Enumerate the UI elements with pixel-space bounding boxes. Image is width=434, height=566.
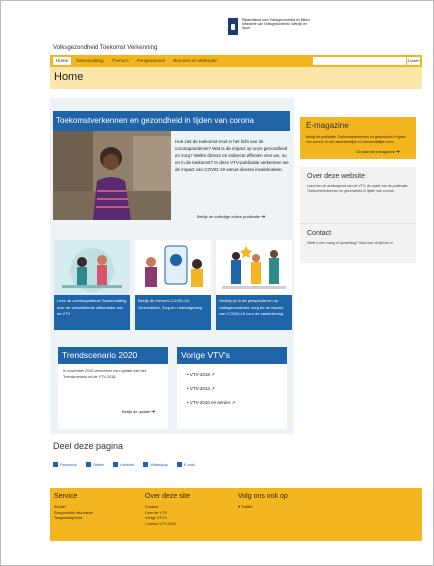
- card-caption: Lees de overkoepelende Samenvatting over…: [54, 295, 130, 330]
- contact-title: Contact: [307, 230, 332, 237]
- trendscenario-link[interactable]: Bekijk de update ➔: [122, 409, 155, 415]
- emagazine-link[interactable]: Ga naar het e-magazine ➔: [356, 149, 400, 155]
- card-image: [135, 240, 211, 295]
- emagazine-text: Bekijk de publicatie 'Toekomstverkennen …: [306, 135, 406, 144]
- footer-twitter-link[interactable]: ♥ Twitter: [238, 505, 288, 511]
- linkedin-icon: [112, 462, 118, 467]
- share-links: Facebook Twitter LinkedIn WhatsApp E-mai…: [53, 462, 195, 467]
- nav-bronnen[interactable]: Bronnen en Methoden: [170, 57, 221, 65]
- contact-text[interactable]: Heeft u een vraag of opmerking? Mail naa…: [307, 241, 411, 246]
- vtv-link[interactable]: VTV-2018: [190, 372, 210, 377]
- search-input[interactable]: [313, 57, 406, 65]
- footer-service-title: Service: [54, 493, 78, 500]
- trendscenario-heading[interactable]: Trendscenario 2020: [58, 347, 168, 364]
- external-link-icon: ↗: [211, 372, 215, 377]
- hero-image: [53, 131, 171, 220]
- about-box: Over deze website Lees hier de achtergro…: [300, 167, 416, 223]
- footer-link[interactable]: Toegankelijkheid: [54, 516, 93, 522]
- list-item[interactable]: • VTV-2018 ↗: [187, 372, 235, 378]
- card-image: [54, 240, 130, 295]
- trendscenario-panel: Trendscenario 2020 In november 2020 vers…: [58, 347, 168, 429]
- footer-about-title: Over deze site: [145, 493, 191, 500]
- hero-link[interactable]: Bekijk de volledige online publicatie ➔: [197, 214, 265, 220]
- nav-perspectieven[interactable]: Perspectieven: [134, 57, 169, 65]
- emagazine-box: E-magazine Bekijk de publicatie 'Toekoms…: [300, 117, 416, 159]
- email-icon: [176, 462, 182, 467]
- page-title: Home: [54, 71, 84, 83]
- logo-emblem-icon: [228, 18, 238, 35]
- share-label: LinkedIn: [119, 462, 135, 467]
- emagazine-title: E-magazine: [306, 121, 349, 130]
- share-whatsapp[interactable]: WhatsApp: [143, 462, 168, 467]
- logo-text: Rijksinstituut voor Volksgezondheid en M…: [242, 18, 310, 30]
- hero-text: Hoe ziet de toekomst eruit in het licht …: [175, 139, 289, 172]
- share-title: Deel deze pagina: [53, 441, 124, 451]
- footer: Service Archief Responsible disclosure T…: [50, 488, 422, 541]
- share-label: Facebook: [60, 462, 77, 467]
- title-bar: Home: [50, 67, 422, 89]
- nav-themas[interactable]: Thema's: [109, 57, 132, 65]
- card-caption: Verdiep je in de perspectieven op volksg…: [216, 295, 292, 330]
- share-email[interactable]: E-mail: [176, 462, 195, 467]
- footer-follow: Volg ons ook op ♥ Twitter: [238, 493, 288, 511]
- card-perspectieven[interactable]: Verdiep je in de perspectieven op volksg…: [216, 240, 292, 330]
- trendscenario-text: In november 2020 verscheen een update va…: [63, 369, 146, 379]
- site-name[interactable]: Volksgezondheid Toekomst Verkenning: [53, 45, 157, 51]
- page-frame: Rijksinstituut voor Volksgezondheid en M…: [0, 0, 434, 566]
- hero-link-label: Bekijk de volledige online publicatie: [197, 214, 260, 219]
- about-title: Over deze website: [307, 173, 365, 180]
- rijksoverheid-logo[interactable]: Rijksinstituut voor Volksgezondheid en M…: [228, 18, 312, 35]
- list-item[interactable]: • VTV-2014 ↗: [187, 386, 235, 392]
- arrow-right-icon: ➔: [151, 409, 156, 415]
- card-themas[interactable]: Bekijk de thema's COVID-19, Gezondheid, …: [135, 240, 211, 330]
- card-caption: Bekijk de thema's COVID-19, Gezondheid, …: [135, 295, 211, 330]
- card-image: [216, 240, 292, 295]
- footer-link-label: Twitter: [241, 505, 253, 509]
- search-button[interactable]: Zoeken: [407, 57, 420, 65]
- main-navigation: Home Samenvatting Thema's Perspectieven …: [50, 55, 422, 67]
- share-twitter[interactable]: Twitter: [85, 462, 104, 467]
- share-label: WhatsApp: [150, 462, 168, 467]
- vtv-link[interactable]: VTV-2010 en eerder: [190, 400, 231, 405]
- external-link-icon: ↗: [231, 400, 236, 405]
- footer-service: Service Archief Responsible disclosure T…: [54, 493, 93, 522]
- footer-about: Over deze site Contact Over de VTV Vorig…: [145, 493, 190, 527]
- nav-home[interactable]: Home: [53, 57, 72, 65]
- share-facebook[interactable]: Facebook: [53, 462, 77, 467]
- contact-box: Contact Heeft u een vraag of opmerking? …: [300, 223, 416, 263]
- hero-heading[interactable]: Toekomstverkennen en gezondheid in tijde…: [53, 111, 290, 131]
- list-item[interactable]: • VTV-2010 en eerder ↗: [187, 400, 235, 406]
- trendscenario-link-label: Bekijk de update: [122, 410, 151, 414]
- vorige-vtvs-panel: Vorige VTV's • VTV-2018 ↗ • VTV-2014 ↗ •…: [177, 347, 287, 429]
- card-samenvatting[interactable]: Lees de overkoepelende Samenvatting over…: [54, 240, 130, 330]
- footer-link[interactable]: Colofon VTV-2018: [145, 522, 190, 528]
- share-linkedin[interactable]: LinkedIn: [112, 462, 135, 467]
- twitter-icon: [85, 462, 91, 467]
- external-link-icon: ↗: [211, 386, 215, 391]
- vorige-vtvs-list: • VTV-2018 ↗ • VTV-2014 ↗ • VTV-2010 en …: [187, 372, 235, 414]
- share-label: E-mail: [183, 462, 195, 467]
- vorige-vtvs-heading: Vorige VTV's: [177, 347, 287, 364]
- emagazine-link-label: Ga naar het e-magazine: [356, 150, 395, 154]
- whatsapp-icon: [143, 462, 149, 467]
- about-text: Lees hier de achtergrond van de VTV, de …: [307, 184, 408, 193]
- vtv-link[interactable]: VTV-2014: [190, 386, 210, 391]
- share-label: Twitter: [92, 462, 104, 467]
- nav-samenvatting[interactable]: Samenvatting: [73, 57, 107, 65]
- facebook-icon: [53, 462, 58, 467]
- arrow-right-icon: ➔: [395, 149, 400, 155]
- footer-follow-title: Volg ons ook op: [238, 493, 288, 500]
- arrow-right-icon: ➔: [261, 214, 266, 220]
